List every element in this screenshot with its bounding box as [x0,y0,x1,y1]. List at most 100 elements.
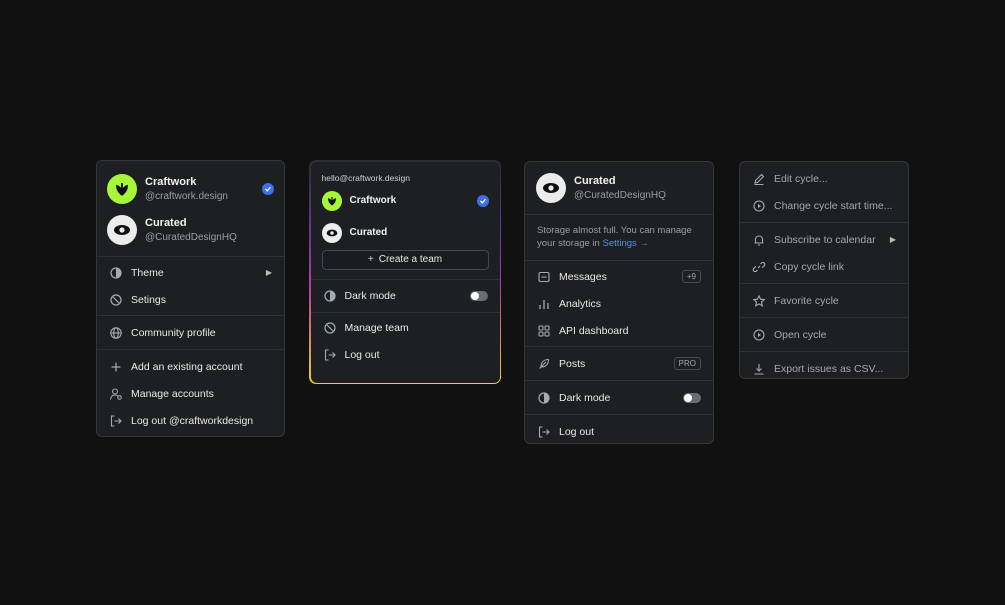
manage-team-label: Manage team [344,322,409,334]
globe-icon [109,326,123,340]
subscribe-label: Subscribe to calendar [774,233,876,246]
theme-label: Theme [131,266,164,279]
cycle-menu: Edit cycle... Change cycle start time...… [739,161,909,379]
manage-team-item[interactable]: Manage team [311,315,500,342]
logout-item[interactable]: Log out [311,342,500,369]
dark-mode-toggle[interactable] [683,392,701,403]
grid-icon [537,324,551,338]
check-icon [262,183,274,195]
storage-settings-link[interactable]: Settings → [602,238,648,249]
curated-logo-icon [536,173,566,203]
profile-menu: Curated @CuratedDesignHQ Storage almost … [524,161,714,444]
community-profile-item[interactable]: Community profile [97,319,284,346]
change-start-item[interactable]: Change cycle start time... [740,192,908,219]
manage-accounts-label: Manage accounts [131,387,214,400]
chevron-right-icon: ▶ [889,235,896,244]
account-name: Curated [349,227,388,238]
plus-icon [109,360,123,374]
account-handle: @CuratedDesignHQ [145,232,237,243]
bar-chart-icon [537,297,551,311]
gear-icon [323,321,337,335]
analytics-label: Analytics [559,297,602,310]
subscribe-item[interactable]: Subscribe to calendar ▶ [740,226,908,253]
messages-badge: +9 [681,270,701,283]
pro-badge: PRO [673,357,701,370]
posts-item[interactable]: Posts PRO [525,350,713,377]
messages-item[interactable]: Messages +9 [525,263,713,290]
account-email: hello@craftwork.design [321,172,410,183]
plus-icon: + [367,254,374,265]
account-curated[interactable]: Curated @CuratedDesignHQ [97,213,284,253]
analytics-item[interactable]: Analytics [525,290,713,317]
account-switcher-menu: Craftwork @craftwork.design Curated @Cur… [96,160,285,437]
account-curated[interactable]: Curated @CuratedDesignHQ [525,162,713,214]
create-team-button[interactable]: + Create a team [321,249,489,270]
feather-icon [537,357,551,371]
export-label: Export issues as CSV... [774,362,884,375]
open-cycle-label: Open cycle [774,328,827,341]
api-dashboard-label: API dashboard [559,324,629,337]
dark-mode-label: Dark mode [559,391,611,404]
edit-cycle-label: Edit cycle... [774,172,828,185]
api-dashboard-item[interactable]: API dashboard [525,317,713,344]
account-craftwork[interactable]: Craftwork @craftwork.design [97,161,284,213]
account-handle: @CuratedDesignHQ [574,190,666,201]
contrast-icon [109,266,123,280]
play-circle-icon [752,328,766,342]
gear-icon [109,293,123,307]
community-profile-label: Community profile [131,326,216,339]
dark-mode-item[interactable]: Dark mode [311,280,500,312]
download-icon [752,362,766,376]
messages-label: Messages [559,270,607,283]
account-name: Curated [145,217,187,229]
account-curated[interactable]: Curated [311,216,500,250]
account-craftwork[interactable]: Craftwork [311,186,500,216]
curated-logo-icon [107,215,137,245]
chevron-right-icon: ▶ [265,268,272,277]
account-handle: @craftwork.design [145,191,228,202]
check-icon [476,194,489,207]
link-icon [752,260,766,274]
dark-mode-item[interactable]: Dark mode [525,384,713,411]
create-team-label: Create a team [378,254,443,265]
craftwork-logo-icon [107,174,137,204]
theme-item[interactable]: Theme ▶ [97,259,284,286]
logout-icon [537,425,551,439]
favorite-item[interactable]: Favorite cycle [740,287,908,314]
account-name: Curated [574,175,616,187]
contrast-icon [323,289,337,303]
settings-label: Setings [131,293,167,306]
posts-label: Posts [559,357,586,370]
account-name: Craftwork [349,195,397,206]
open-cycle-item[interactable]: Open cycle [740,321,908,348]
message-icon [537,270,551,284]
logout-label: Log out [344,349,380,361]
play-circle-icon [752,199,766,213]
contrast-icon [537,391,551,405]
dark-mode-label: Dark mode [344,289,396,302]
curated-logo-icon [321,222,342,243]
craftwork-logo-icon [321,190,342,211]
change-start-label: Change cycle start time... [774,199,893,212]
logout-icon [323,348,337,362]
add-account-item[interactable]: Add an existing account [97,353,284,380]
edit-cycle-item[interactable]: Edit cycle... [740,165,908,192]
star-icon [752,294,766,308]
logout-item[interactable]: Log out @craftworkdesign [97,407,284,434]
copy-link-item[interactable]: Copy cycle link [740,253,908,280]
team-menu: hello@craftwork.design Craftwork Curated… [309,160,501,384]
bell-icon [752,233,766,247]
user-gear-icon [109,387,123,401]
settings-item[interactable]: Setings [97,286,284,313]
export-item[interactable]: Export issues as CSV... [740,355,908,378]
logout-item[interactable]: Log out [525,418,713,443]
storage-warning: Storage almost full. You can manage your… [525,215,713,260]
favorite-label: Favorite cycle [774,294,839,307]
copy-link-label: Copy cycle link [774,260,845,273]
add-account-label: Add an existing account [131,360,243,373]
dark-mode-toggle[interactable] [469,290,488,301]
manage-accounts-item[interactable]: Manage accounts [97,380,284,407]
logout-label: Log out [559,425,595,438]
logout-icon [109,414,123,428]
pencil-icon [752,172,766,186]
